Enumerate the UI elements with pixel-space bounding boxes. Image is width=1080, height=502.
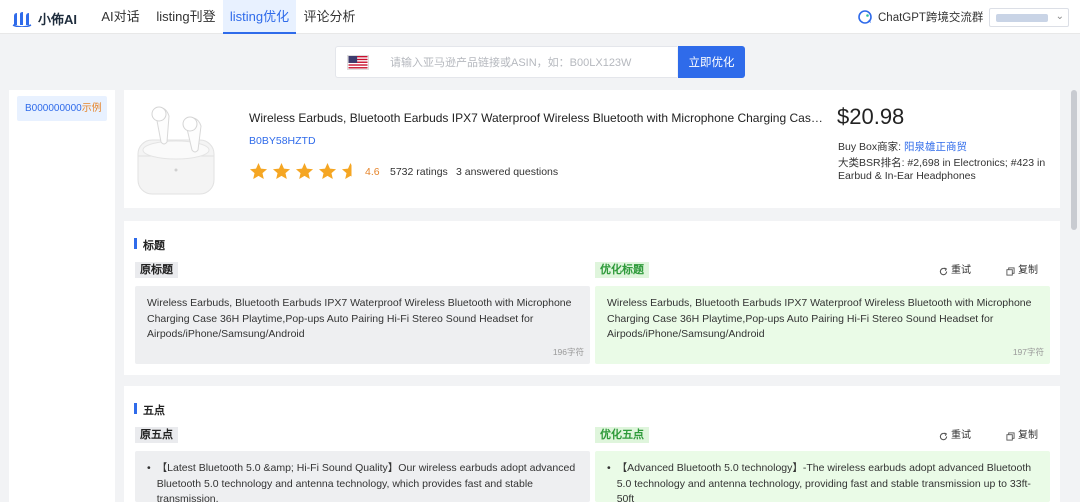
ratings-count: 5732 ratings — [390, 166, 448, 178]
chevron-down-icon: ⌄ — [1055, 11, 1064, 22]
refresh-icon — [939, 431, 948, 440]
original-bullets-box: • 【Latest Bluetooth 5.0 &amp; Hi-Fi Soun… — [135, 451, 590, 502]
list-item: • 【Advanced Bluetooth 5.0 technology】-Th… — [607, 461, 1038, 502]
optimized-title-char-count: 197字符 — [1012, 346, 1044, 357]
us-flag-icon[interactable] — [347, 55, 369, 70]
original-title-char-count: 196字符 — [552, 346, 584, 357]
product-title: Wireless Earbuds, Bluetooth Earbuds IPX7… — [249, 111, 824, 125]
star-full-icon — [249, 162, 268, 180]
tab-listing-optimize[interactable]: listing优化 — [223, 0, 296, 34]
product-summary-card: Wireless Earbuds, Bluetooth Earbuds IPX7… — [124, 90, 1060, 208]
tab-review-analysis[interactable]: 评论分析 — [296, 0, 363, 34]
community-link[interactable]: ChatGPT跨境交流群 — [857, 0, 983, 34]
answered-questions: 3 answered questions — [456, 166, 559, 178]
product-image — [137, 106, 215, 195]
optimized-title-label: 优化标题 — [595, 262, 649, 278]
star-rating — [249, 162, 360, 180]
sidebar-item-asin: B000000000 — [25, 103, 82, 114]
original-title-label: 原标题 — [135, 262, 178, 278]
asin-search-input[interactable] — [390, 53, 670, 73]
star-full-icon — [295, 162, 314, 180]
retry-button[interactable]: 重试 — [939, 263, 971, 279]
star-full-icon — [272, 162, 291, 180]
optimized-title-text: Wireless Earbuds, Bluetooth Earbuds IPX7… — [607, 297, 1032, 340]
scrollbar-thumb[interactable] — [1071, 90, 1077, 230]
original-title-text: Wireless Earbuds, Bluetooth Earbuds IPX7… — [147, 297, 572, 340]
section-heading-title: 标题 — [134, 237, 165, 253]
star-full-icon — [318, 162, 337, 180]
tab-ai-chat[interactable]: AI对话 — [92, 0, 149, 34]
community-label: ChatGPT跨境交流群 — [878, 12, 984, 24]
copy-icon — [1006, 266, 1015, 276]
copy-button[interactable]: 复制 — [1006, 263, 1038, 279]
product-asin-link[interactable]: B0BY58HZTD — [249, 135, 316, 147]
list-item: • 【Latest Bluetooth 5.0 &amp; Hi-Fi Soun… — [147, 461, 578, 502]
account-name-blurred — [996, 14, 1048, 22]
bullet-dot-icon: • — [147, 462, 151, 474]
original-title-box: Wireless Earbuds, Bluetooth Earbuds IPX7… — [135, 286, 590, 364]
app-logo[interactable]: 小佈AI — [12, 9, 77, 28]
bullet-dot-icon: • — [607, 462, 611, 474]
optimized-title-box[interactable]: Wireless Earbuds, Bluetooth Earbuds IPX7… — [595, 286, 1050, 364]
product-price: $20.98 — [837, 104, 905, 129]
search-container — [335, 46, 677, 78]
rating-value: 4.6 — [365, 166, 380, 178]
sidebar-item-example[interactable]: B000000000示例 — [17, 96, 107, 121]
tab-listing-publish[interactable]: listing刊登 — [149, 0, 223, 34]
star-half-icon — [341, 162, 352, 180]
original-bullet-text: 【Latest Bluetooth 5.0 &amp; Hi-Fi Sound … — [156, 462, 576, 502]
logo-icon — [12, 11, 32, 27]
optimized-bullets-label: 优化五点 — [595, 427, 649, 443]
copy-button[interactable]: 复制 — [1006, 428, 1038, 444]
buybox-label: Buy Box商家: — [838, 141, 902, 153]
top-navigation-bar: 小佈AI AI对话 listing刊登 listing优化 评论分析 ChatG… — [0, 0, 1080, 34]
retry-button[interactable]: 重试 — [939, 428, 971, 444]
history-sidebar: B000000000示例 — [9, 90, 115, 502]
bullets-section: 五点 原五点 优化五点 重试 复制 • 【Latest Bluetooth 5.… — [124, 386, 1060, 502]
app-name: 小佈AI — [38, 12, 78, 27]
copy-icon — [1006, 431, 1015, 441]
refresh-icon — [939, 266, 948, 275]
bsr-rank: 大类BSR排名: #2,698 in Electronics; #423 in … — [838, 157, 1046, 182]
optimized-bullets-box[interactable]: • 【Advanced Bluetooth 5.0 technology】-Th… — [595, 451, 1050, 502]
section-heading-bullets: 五点 — [134, 402, 165, 418]
account-dropdown[interactable]: ⌄ — [989, 8, 1069, 27]
optimize-now-button[interactable]: 立即优化 — [678, 46, 745, 78]
title-section: 标题 原标题 优化标题 重试 复制 Wireless Earbuds, Blue… — [124, 221, 1060, 375]
buybox-info: Buy Box商家: 阳泉雄正商贸 — [838, 139, 967, 154]
page-scrollbar[interactable] — [1071, 90, 1077, 502]
sidebar-item-tag: 示例 — [81, 103, 102, 114]
chat-bubble-icon — [858, 10, 872, 24]
optimized-bullet-text: 【Advanced Bluetooth 5.0 technology】-The … — [616, 462, 1032, 502]
original-bullets-label: 原五点 — [135, 427, 178, 443]
buybox-seller-link[interactable]: 阳泉雄正商贸 — [904, 141, 967, 153]
